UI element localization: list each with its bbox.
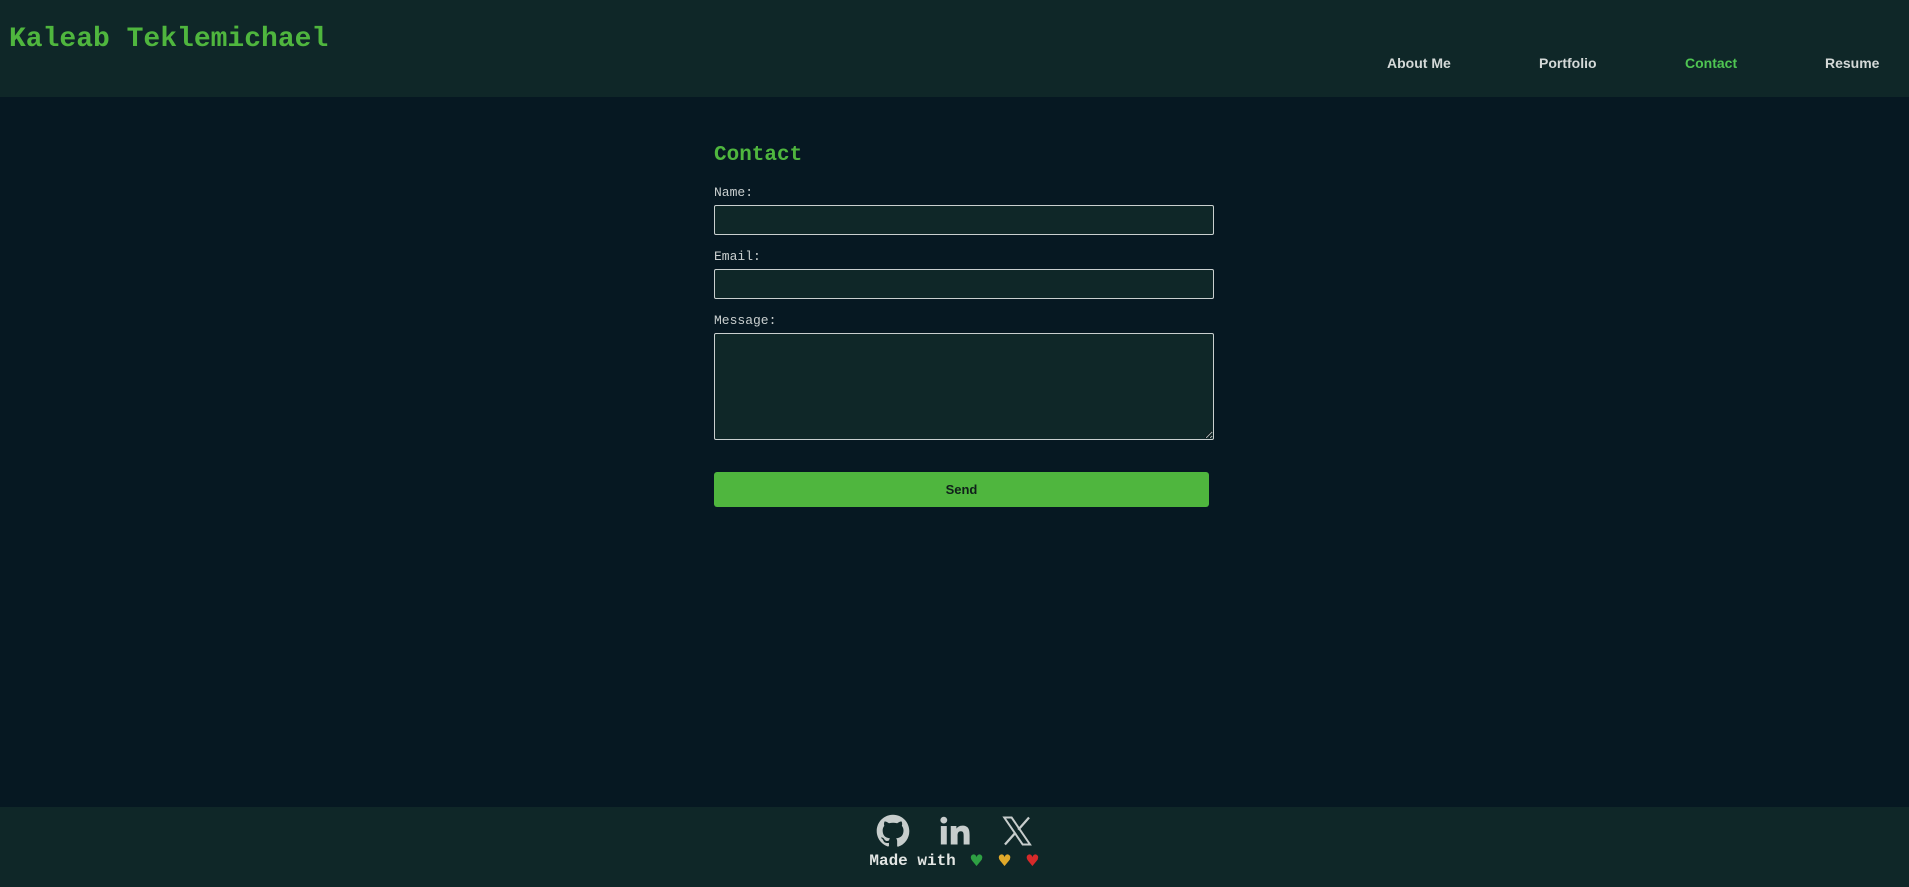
made-with-text: Made with ♥ ♥ ♥ <box>0 851 1909 871</box>
made-with-label: Made with <box>869 852 956 870</box>
x-link[interactable] <box>1000 814 1034 848</box>
red-heart-icon: ♥ <box>1025 851 1040 870</box>
contact-title: Contact <box>714 144 803 167</box>
linkedin-icon <box>939 816 970 845</box>
send-button[interactable]: Send <box>714 472 1209 507</box>
contact-form: Name: Email: Message: Send <box>714 186 1214 507</box>
social-links <box>0 814 1909 848</box>
email-field[interactable] <box>714 269 1214 299</box>
message-label: Message: <box>714 313 777 328</box>
nav-resume[interactable]: Resume <box>1825 55 1879 71</box>
site-header: Kaleab Teklemichael About Me Portfolio C… <box>0 0 1909 97</box>
name-field[interactable] <box>714 205 1214 235</box>
x-icon <box>1001 816 1032 846</box>
green-heart-icon: ♥ <box>969 851 984 870</box>
message-field[interactable] <box>714 333 1214 440</box>
linkedin-link[interactable] <box>938 814 972 848</box>
nav-about-me[interactable]: About Me <box>1387 55 1451 71</box>
yellow-heart-icon: ♥ <box>997 851 1012 870</box>
name-label: Name: <box>714 185 754 200</box>
nav-contact[interactable]: Contact <box>1685 55 1737 71</box>
github-link[interactable] <box>876 814 910 848</box>
site-title: Kaleab Teklemichael <box>9 24 329 55</box>
nav-portfolio[interactable]: Portfolio <box>1539 55 1597 71</box>
site-footer: Made with ♥ ♥ ♥ <box>0 807 1909 887</box>
contact-section: Contact Name: Email: Message: Send <box>714 144 1214 507</box>
email-label: Email: <box>714 249 761 264</box>
github-icon <box>876 814 909 847</box>
